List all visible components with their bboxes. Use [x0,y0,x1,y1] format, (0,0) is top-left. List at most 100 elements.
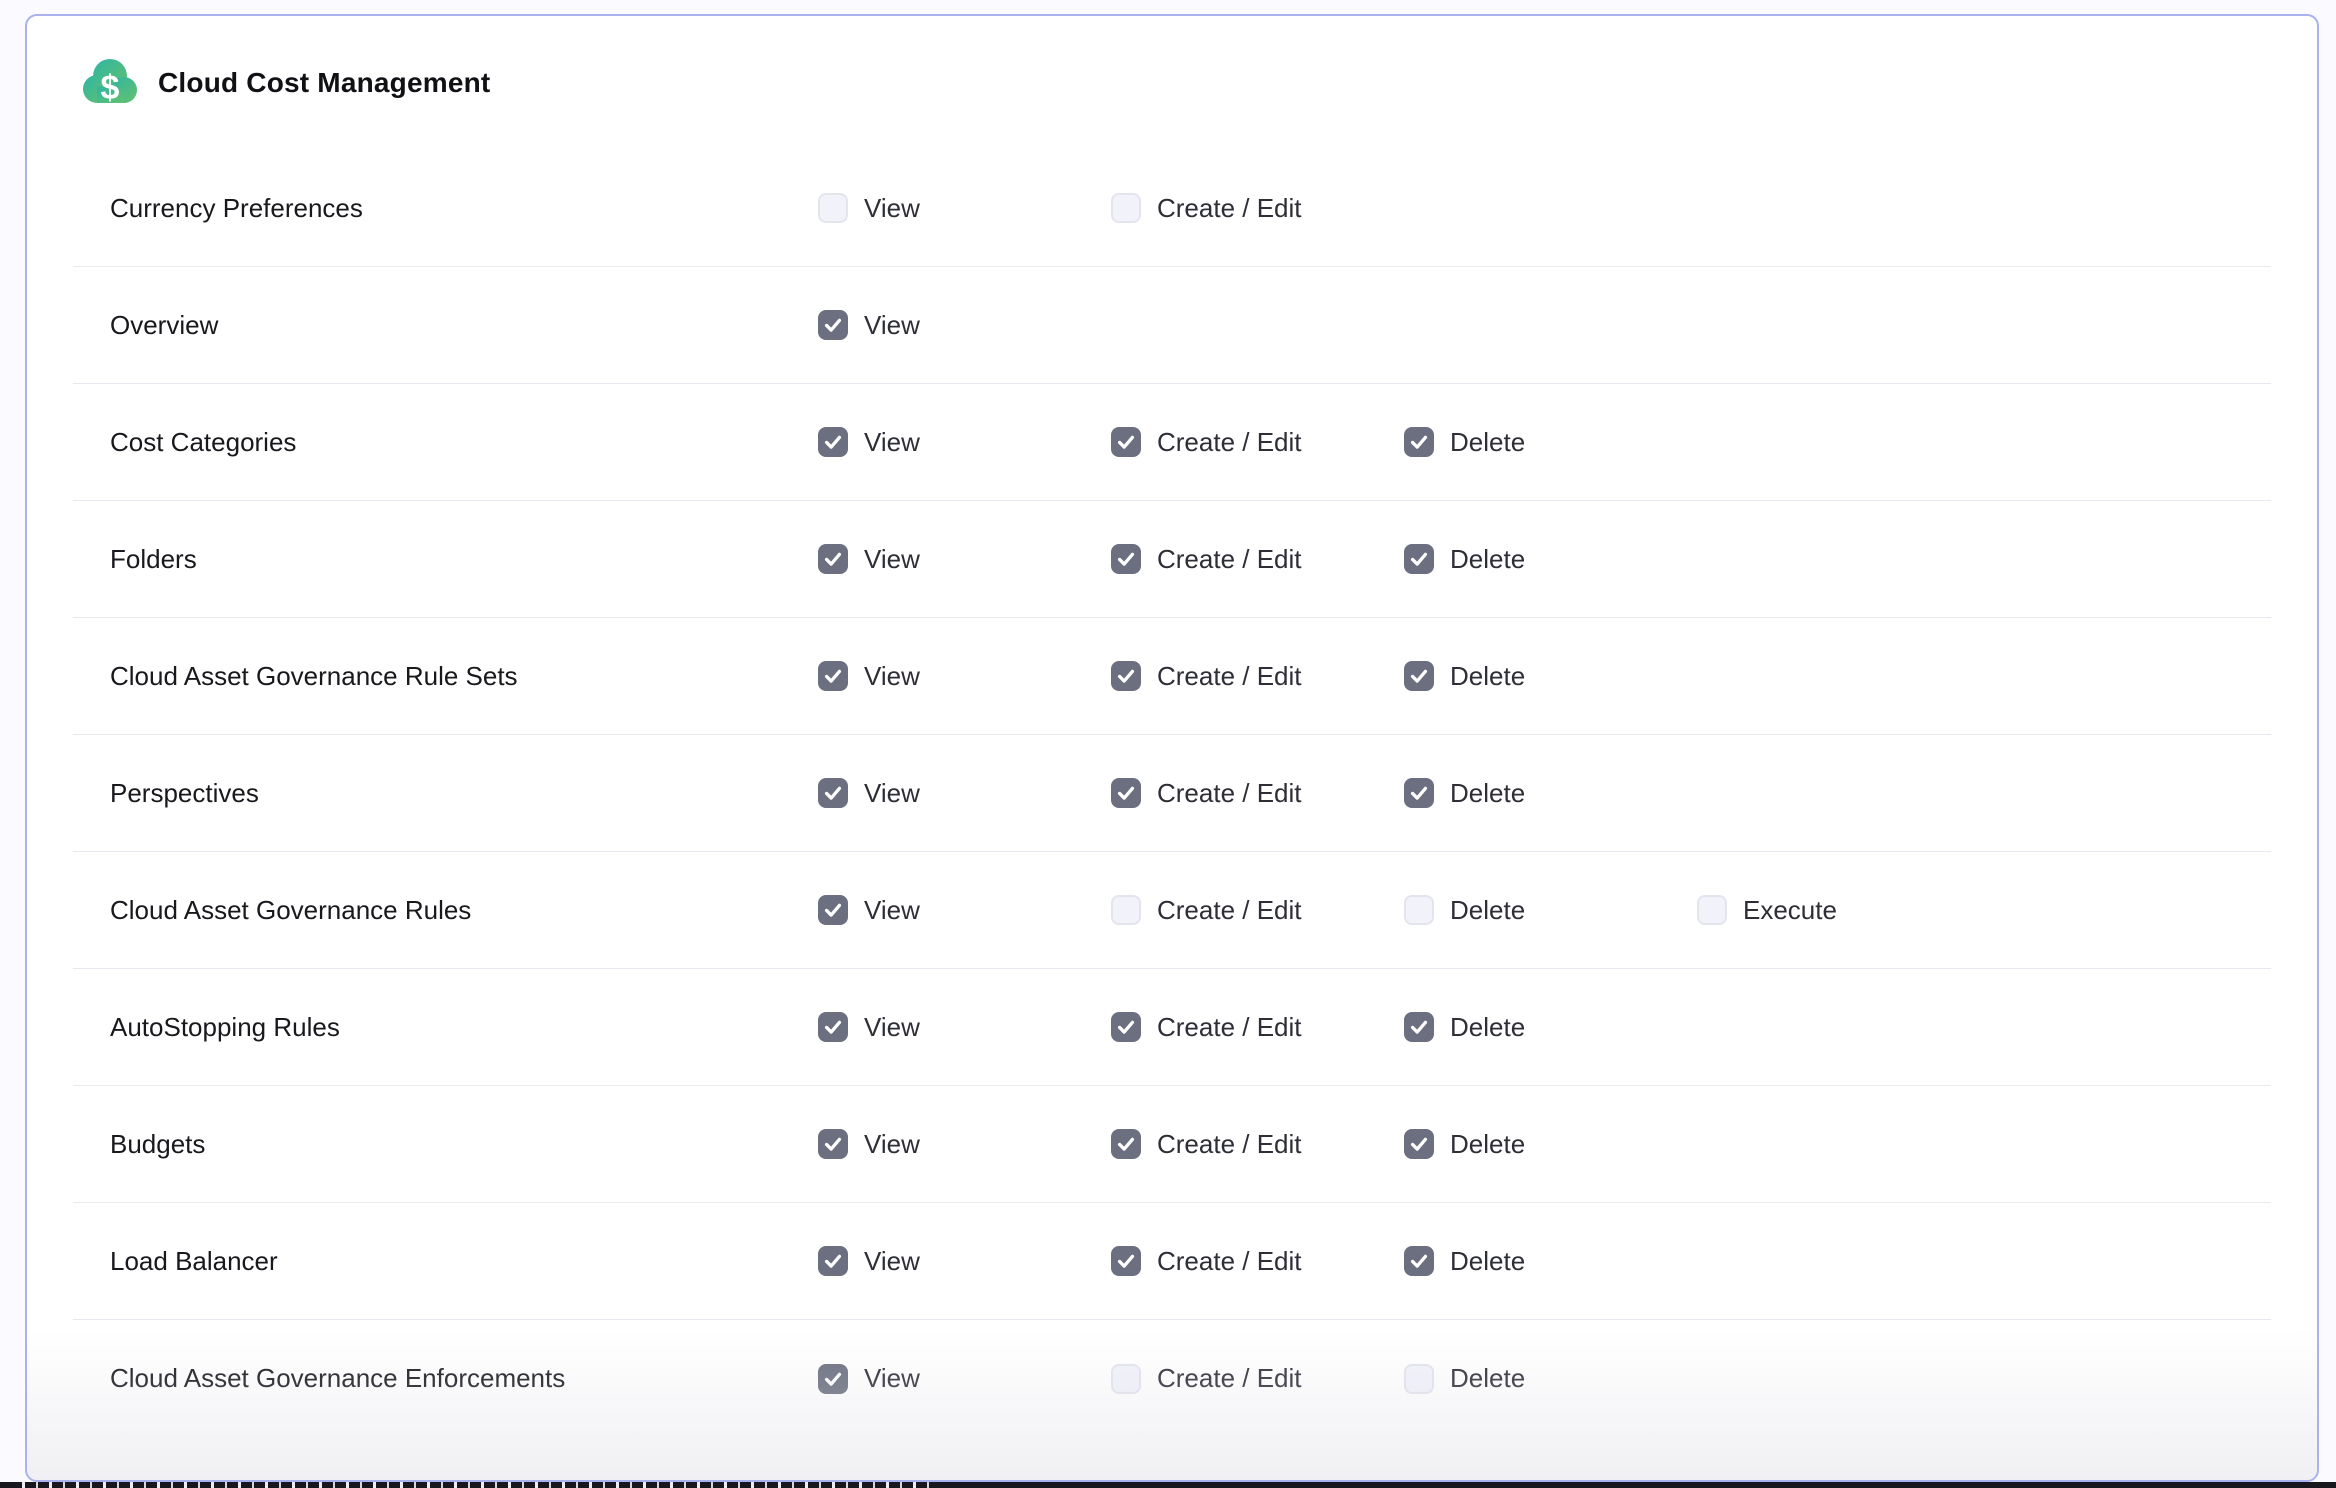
permission-checkbox[interactable] [1404,544,1434,574]
permission-option: View [818,1246,1111,1277]
resource-label: Currency Preferences [73,193,818,224]
checkmark-icon [822,314,844,336]
permission-label[interactable]: View [864,1246,920,1277]
permission-checkbox[interactable] [818,661,848,691]
permission-label[interactable]: Create / Edit [1157,1246,1302,1277]
permission-checkbox[interactable] [818,544,848,574]
permission-option: View [818,1012,1111,1043]
resource-label: Cloud Asset Governance Enforcements [73,1363,818,1394]
resource-label: Cloud Asset Governance Rule Sets [73,661,818,692]
permission-checkbox[interactable] [1111,427,1141,457]
resource-label: Overview [73,310,818,341]
permission-option: Create / Edit [1111,544,1404,575]
permission-label[interactable]: View [864,427,920,458]
table-row: Cloud Asset Governance Rules View Create… [73,852,2271,969]
permission-label[interactable]: Delete [1450,427,1525,458]
checkmark-icon [1408,1133,1430,1155]
permission-option: Execute [1697,895,2271,926]
permission-checkbox[interactable] [1404,895,1434,925]
permission-label[interactable]: Delete [1450,1129,1525,1160]
permission-label[interactable]: Delete [1450,1246,1525,1277]
permission-label[interactable]: Create / Edit [1157,1012,1302,1043]
permission-checkbox[interactable] [818,427,848,457]
permission-label[interactable]: View [864,1129,920,1160]
permission-checkbox[interactable] [818,1129,848,1159]
permission-option: View [818,193,1111,224]
permission-option: Create / Edit [1111,1363,1404,1394]
permission-option: Create / Edit [1111,427,1404,458]
permission-checkbox[interactable] [1404,1364,1434,1394]
permission-label[interactable]: View [864,1363,920,1394]
permission-checkbox[interactable] [1404,661,1434,691]
table-row: Cloud Asset Governance Enforcements View… [73,1320,2271,1437]
permission-label[interactable]: Create / Edit [1157,661,1302,692]
permission-checkbox[interactable] [1404,1246,1434,1276]
checkmark-icon [1115,1250,1137,1272]
permission-label[interactable]: View [864,1012,920,1043]
permission-checkbox[interactable] [1404,778,1434,808]
permission-label[interactable]: Create / Edit [1157,427,1302,458]
permission-option: View [818,1363,1111,1394]
permission-checkbox[interactable] [1111,778,1141,808]
permission-checkbox[interactable] [1111,193,1141,223]
permission-label[interactable]: Create / Edit [1157,778,1302,809]
permission-checkbox[interactable] [1111,1364,1141,1394]
permission-checkbox[interactable] [818,778,848,808]
permission-checkbox[interactable] [818,310,848,340]
permission-label[interactable]: Delete [1450,1363,1525,1394]
permission-label[interactable]: Delete [1450,895,1525,926]
permission-checkbox[interactable] [1697,895,1727,925]
resource-label: Perspectives [73,778,818,809]
permission-checkbox[interactable] [1404,1012,1434,1042]
permission-label[interactable]: Delete [1450,1012,1525,1043]
permission-label[interactable]: Create / Edit [1157,544,1302,575]
svg-text:$: $ [101,69,120,107]
permission-checkbox[interactable] [1111,661,1141,691]
permission-option: View [818,427,1111,458]
permission-option: Delete [1404,1363,1697,1394]
permission-checkbox[interactable] [1111,1246,1141,1276]
permission-label[interactable]: Create / Edit [1157,1363,1302,1394]
permission-checkbox[interactable] [1111,544,1141,574]
permission-checkbox[interactable] [818,1246,848,1276]
permission-checkbox[interactable] [1404,427,1434,457]
permission-label[interactable]: Create / Edit [1157,193,1302,224]
permission-checkbox[interactable] [1404,1129,1434,1159]
permission-label[interactable]: Delete [1450,544,1525,575]
checkmark-icon [822,1250,844,1272]
permission-option: Delete [1404,1012,1697,1043]
permission-option: Create / Edit [1111,661,1404,692]
checkmark-icon [822,548,844,570]
permission-option: Delete [1404,427,1697,458]
permission-label[interactable]: View [864,544,920,575]
permission-option: View [818,895,1111,926]
checkmark-icon [822,899,844,921]
permission-checkbox[interactable] [1111,895,1141,925]
permission-label[interactable]: Delete [1450,661,1525,692]
permission-label[interactable]: View [864,193,920,224]
checkmark-icon [822,431,844,453]
permission-label[interactable]: Create / Edit [1157,895,1302,926]
permission-checkbox[interactable] [818,1364,848,1394]
permission-label[interactable]: View [864,310,920,341]
module-title: Cloud Cost Management [158,67,490,99]
permission-checkbox[interactable] [1111,1129,1141,1159]
permission-label[interactable]: Delete [1450,778,1525,809]
permission-checkbox[interactable] [818,895,848,925]
table-row: Folders View Create / Edit Delete [73,501,2271,618]
table-row: Currency Preferences View Create / Edit [73,150,2271,267]
permission-checkbox[interactable] [1111,1012,1141,1042]
permission-checkbox[interactable] [818,1012,848,1042]
permission-label[interactable]: View [864,661,920,692]
permission-label[interactable]: Execute [1743,895,1837,926]
permission-checkbox[interactable] [818,193,848,223]
resource-label: Load Balancer [73,1246,818,1277]
permission-label[interactable]: View [864,778,920,809]
table-row: Cost Categories View Create / Edit Delet… [73,384,2271,501]
permission-option: Create / Edit [1111,1012,1404,1043]
permission-label[interactable]: Create / Edit [1157,1129,1302,1160]
permission-option: Delete [1404,895,1697,926]
permission-option: Delete [1404,1246,1697,1277]
permission-option: View [818,1129,1111,1160]
permission-label[interactable]: View [864,895,920,926]
